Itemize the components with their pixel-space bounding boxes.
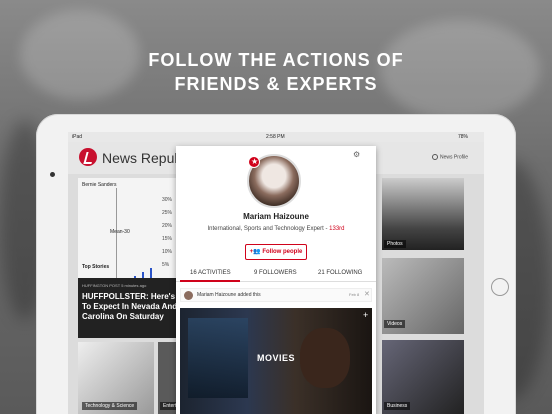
tab-activities[interactable]: 16 ACTIVITIES	[190, 270, 231, 276]
tab-following[interactable]: 21 FOLLOWING	[318, 270, 362, 276]
plus-icon[interactable]: +	[363, 310, 368, 320]
category-tile-photos[interactable]: Photos	[382, 178, 464, 250]
profile-icon	[432, 154, 438, 160]
axis-tick: 25%	[162, 210, 173, 216]
avatar	[184, 291, 193, 300]
add-person-icon: +👥	[249, 249, 263, 255]
axis-tick: 10%	[162, 249, 173, 255]
news-profile-label: News Profile	[440, 154, 469, 161]
axis-tick: 5%	[162, 262, 170, 268]
expert-badge-icon	[248, 156, 260, 168]
profile-bio-text: International, Sports and Technology Exp…	[207, 226, 324, 232]
chart-series-label: Mean-30	[110, 229, 130, 235]
chart-axis-ticks: 30% 25% 20% 15% 10% 5%	[162, 194, 172, 272]
marketing-headline: FOLLOW THE ACTIONS OF FRIENDS & EXPERTS	[0, 48, 552, 96]
category-tile-technology[interactable]: Technology & Science	[78, 342, 154, 414]
device-label: iPad	[72, 134, 83, 140]
battery-level: 78%	[458, 134, 469, 140]
home-button[interactable]	[491, 278, 509, 296]
category-tile-business[interactable]: Business	[382, 340, 464, 414]
tile-label: Technology & Science	[82, 402, 138, 410]
tile-label: Videos	[384, 320, 406, 328]
axis-tick: 20%	[162, 223, 173, 229]
movies-feature-card[interactable]: MOVIES +	[180, 308, 372, 414]
headline-line-2: FRIENDS & EXPERTS	[174, 74, 378, 94]
active-tab-indicator	[180, 280, 240, 282]
axis-tick: 30%	[162, 197, 173, 203]
status-time: 2:58 PM	[266, 134, 285, 140]
chart-title: Bernie Sanders	[82, 182, 117, 188]
app-logo-icon	[79, 148, 97, 166]
activity-date: Feb 8	[349, 292, 360, 297]
news-profile-link[interactable]: News Profile	[432, 154, 468, 160]
movies-label: MOVIES	[256, 353, 295, 363]
close-icon[interactable]: ✕	[364, 290, 370, 298]
story-meta: HUFFINGTON POST 5 minutes ago	[82, 283, 147, 288]
profile-name: Mariam Haizoune	[243, 212, 309, 221]
gear-icon[interactable]: ⚙	[353, 150, 360, 159]
tile-label: Photos	[384, 240, 406, 248]
story-card[interactable]: HUFFINGTON POST 5 minutes ago HUFFPOLLST…	[78, 278, 202, 338]
section-title: Top Stories	[82, 264, 110, 270]
profile-rank[interactable]: 133rd	[329, 226, 344, 232]
axis-tick: 15%	[162, 236, 173, 242]
status-bar: iPad 2:58 PM 78%	[68, 132, 484, 142]
profile-popover: ⚙ Mariam Haizoune International, Sports …	[176, 146, 376, 414]
activity-text: Mariam Haizoune added this	[197, 292, 261, 298]
category-tile-videos[interactable]: Videos	[382, 258, 464, 334]
follow-button-label: Follow people	[262, 249, 303, 255]
tile-label: Business	[384, 402, 411, 410]
profile-bio: International, Sports and Technology Exp…	[206, 225, 346, 233]
camera-dot	[50, 172, 55, 177]
headline-line-1: FOLLOW THE ACTIONS OF	[148, 50, 404, 70]
activity-header: Mariam Haizoune added this Feb 8 ✕	[180, 288, 372, 302]
follow-people-button[interactable]: +👥 Follow people	[245, 244, 307, 260]
tab-followers[interactable]: 9 FOLLOWERS	[254, 270, 297, 276]
category-tile-entertainment[interactable]: Entertainment	[158, 342, 178, 414]
